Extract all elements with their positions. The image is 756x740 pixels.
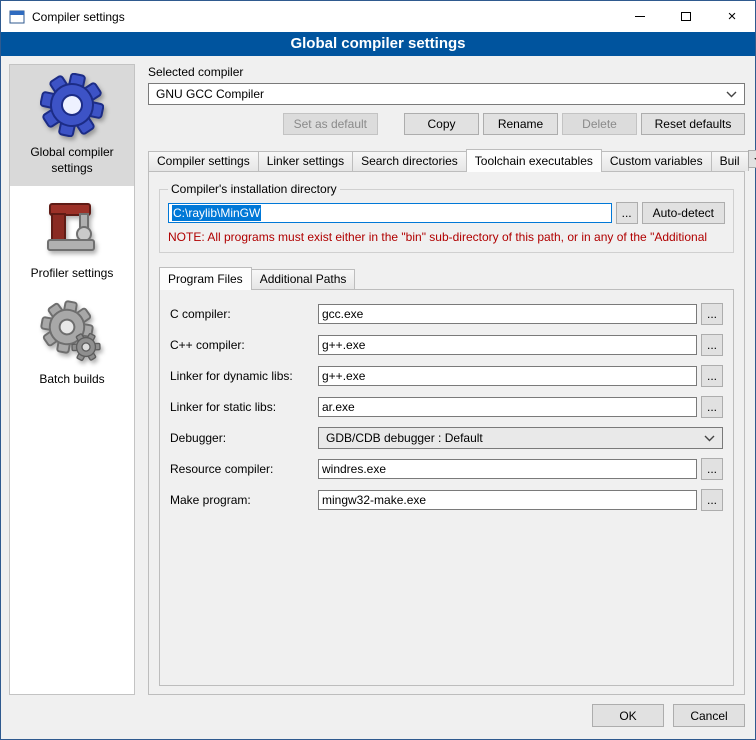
- tab-search-directories[interactable]: Search directories: [352, 151, 467, 171]
- toolchain-executables-panel: Compiler's installation directory C:\ray…: [148, 171, 745, 695]
- field-row: Debugger: GDB/CDB debugger : Default: [170, 427, 723, 449]
- sidebar-item-batch-builds[interactable]: Batch builds: [10, 292, 134, 398]
- cancel-button[interactable]: Cancel: [673, 704, 745, 727]
- arrow-left-icon: ◄: [753, 154, 756, 163]
- auto-detect-button[interactable]: Auto-detect: [642, 202, 725, 224]
- c-compiler-browse-button[interactable]: ...: [701, 303, 723, 325]
- make-program-input[interactable]: mingw32-make.exe: [318, 490, 697, 510]
- resource-compiler-input[interactable]: windres.exe: [318, 459, 697, 479]
- batch-builds-gears-icon: [40, 300, 104, 364]
- tab-compiler-settings[interactable]: Compiler settings: [148, 151, 259, 171]
- installation-directory-legend: Compiler's installation directory: [168, 182, 340, 196]
- installation-directory-group: Compiler's installation directory C:\ray…: [159, 182, 734, 253]
- dynamic-linker-browse-button[interactable]: ...: [701, 365, 723, 387]
- tab-custom-variables[interactable]: Custom variables: [601, 151, 712, 171]
- sidebar-item-global-compiler-settings[interactable]: Global compiler settings: [10, 65, 134, 186]
- dynamic-linker-value: g++.exe: [322, 369, 365, 383]
- installation-directory-input[interactable]: C:\raylib\MinGW: [168, 203, 612, 223]
- chevron-down-icon: [704, 435, 715, 442]
- resource-compiler-label: Resource compiler:: [170, 462, 318, 476]
- installation-directory-browse-button[interactable]: ...: [616, 202, 638, 224]
- cpp-compiler-label: C++ compiler:: [170, 338, 318, 352]
- programs-note: NOTE: All programs must exist either in …: [168, 230, 725, 244]
- make-program-value: mingw32-make.exe: [322, 493, 426, 507]
- subtab-additional-paths[interactable]: Additional Paths: [251, 269, 356, 289]
- resource-compiler-browse-button[interactable]: ...: [701, 458, 723, 480]
- compiler-actions: Set as default Copy Rename Delete Reset …: [148, 113, 745, 135]
- static-linker-input[interactable]: ar.exe: [318, 397, 697, 417]
- maximize-icon: [681, 12, 691, 21]
- c-compiler-value: gcc.exe: [322, 307, 363, 321]
- tab-toolchain-executables[interactable]: Toolchain executables: [466, 149, 602, 172]
- field-row: C compiler: gcc.exe ...: [170, 303, 723, 325]
- chevron-down-icon: [726, 91, 737, 98]
- profiler-clamp-icon: [40, 194, 104, 258]
- cpp-compiler-browse-button[interactable]: ...: [701, 334, 723, 356]
- tab-scroll-left-button[interactable]: ◄: [748, 150, 756, 168]
- window-title: Compiler settings: [32, 10, 125, 24]
- copy-button[interactable]: Copy: [404, 113, 479, 135]
- subtab-program-files[interactable]: Program Files: [159, 267, 252, 290]
- titlebar: Compiler settings ×: [1, 1, 755, 32]
- c-compiler-label: C compiler:: [170, 307, 318, 321]
- cpp-compiler-input[interactable]: g++.exe: [318, 335, 697, 355]
- field-row: Make program: mingw32-make.exe ...: [170, 489, 723, 511]
- app-icon: [9, 9, 25, 25]
- minimize-icon: [635, 16, 645, 17]
- delete-button: Delete: [562, 113, 637, 135]
- resource-compiler-value: windres.exe: [322, 462, 386, 476]
- rename-button[interactable]: Rename: [483, 113, 558, 135]
- dialog-header: Global compiler settings: [1, 32, 755, 56]
- installation-directory-value: C:\raylib\MinGW: [172, 205, 261, 221]
- selected-compiler-label: Selected compiler: [148, 65, 745, 79]
- static-linker-browse-button[interactable]: ...: [701, 396, 723, 418]
- tab-linker-settings[interactable]: Linker settings: [258, 151, 353, 171]
- c-compiler-input[interactable]: gcc.exe: [318, 304, 697, 324]
- field-row: C++ compiler: g++.exe ...: [170, 334, 723, 356]
- selected-compiler-dropdown[interactable]: GNU GCC Compiler: [148, 83, 745, 105]
- dynamic-linker-input[interactable]: g++.exe: [318, 366, 697, 386]
- sidebar-item-label: Profiler settings: [12, 266, 132, 282]
- program-files-panel: C compiler: gcc.exe ... C++ compiler: g+…: [159, 289, 734, 686]
- static-linker-label: Linker for static libs:: [170, 400, 318, 414]
- sidebar-item-profiler-settings[interactable]: Profiler settings: [10, 186, 134, 292]
- program-subtabs: Program Files Additional Paths: [159, 265, 734, 289]
- maximize-button[interactable]: [663, 1, 709, 32]
- sidebar-item-label: Global compiler settings: [12, 145, 132, 176]
- reset-defaults-button[interactable]: Reset defaults: [641, 113, 745, 135]
- tab-build-truncated[interactable]: Buil: [711, 151, 749, 171]
- field-row: Linker for dynamic libs: g++.exe ...: [170, 365, 723, 387]
- compiler-settings-window: Compiler settings × Global compiler sett…: [0, 0, 756, 740]
- sidebar-item-label: Batch builds: [12, 372, 132, 388]
- cpp-compiler-value: g++.exe: [322, 338, 365, 352]
- dynamic-linker-label: Linker for dynamic libs:: [170, 369, 318, 383]
- debugger-value: GDB/CDB debugger : Default: [326, 431, 483, 445]
- dialog-footer: OK Cancel: [1, 701, 755, 739]
- ok-button[interactable]: OK: [592, 704, 664, 727]
- debugger-select[interactable]: GDB/CDB debugger : Default: [318, 427, 723, 449]
- close-button[interactable]: ×: [709, 1, 755, 32]
- set-as-default-button: Set as default: [283, 113, 378, 135]
- settings-category-list: Global compiler settings Profiler settin…: [9, 64, 135, 695]
- field-row: Resource compiler: windres.exe ...: [170, 458, 723, 480]
- blue-gear-icon: [40, 73, 104, 137]
- minimize-button[interactable]: [617, 1, 663, 32]
- settings-tabs: Compiler settings Linker settings Search…: [148, 147, 745, 171]
- selected-compiler-value: GNU GCC Compiler: [156, 87, 264, 101]
- close-icon: ×: [728, 9, 737, 24]
- make-program-label: Make program:: [170, 493, 318, 507]
- field-row: Linker for static libs: ar.exe ...: [170, 396, 723, 418]
- make-program-browse-button[interactable]: ...: [701, 489, 723, 511]
- debugger-label: Debugger:: [170, 431, 318, 445]
- static-linker-value: ar.exe: [322, 400, 355, 414]
